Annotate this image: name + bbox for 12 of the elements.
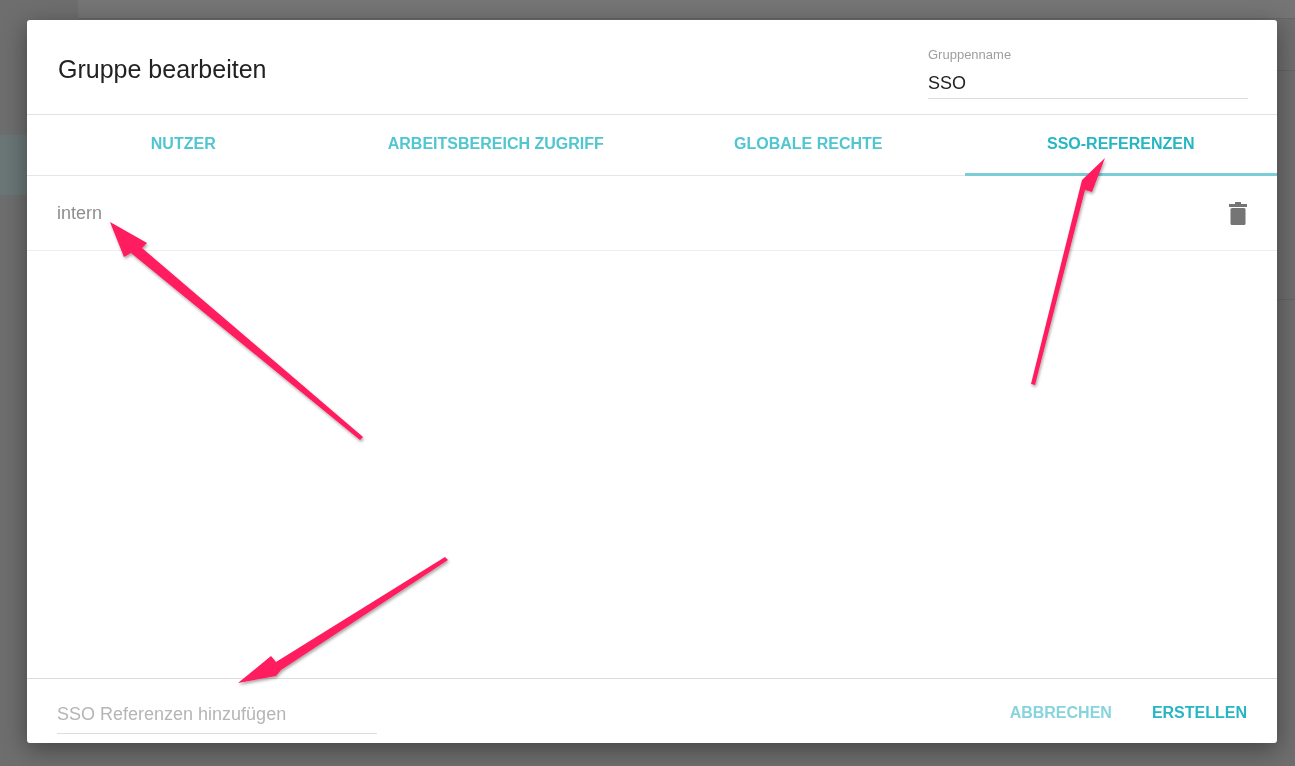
- dialog-title: Gruppe bearbeiten: [58, 55, 267, 84]
- tab[interactable]: ARBEITSBEREICH ZUGRIFF: [339, 115, 652, 176]
- field-label: Gruppenname: [928, 47, 1012, 62]
- field-value: SSO: [928, 73, 966, 94]
- dialog-button[interactable]: ABBRECHEN: [1009, 704, 1112, 722]
- tab[interactable]: GLOBALE RECHTE: [652, 115, 965, 176]
- reference-name: intern: [57, 202, 103, 224]
- group-name-field[interactable]: Gruppenname SSO: [928, 45, 1248, 99]
- dialog-button[interactable]: ERSTELLEN: [1151, 704, 1247, 722]
- tab[interactable]: NUTZER: [27, 115, 340, 176]
- delete-icon[interactable]: [1229, 201, 1247, 225]
- background-panel: [0, 135, 27, 195]
